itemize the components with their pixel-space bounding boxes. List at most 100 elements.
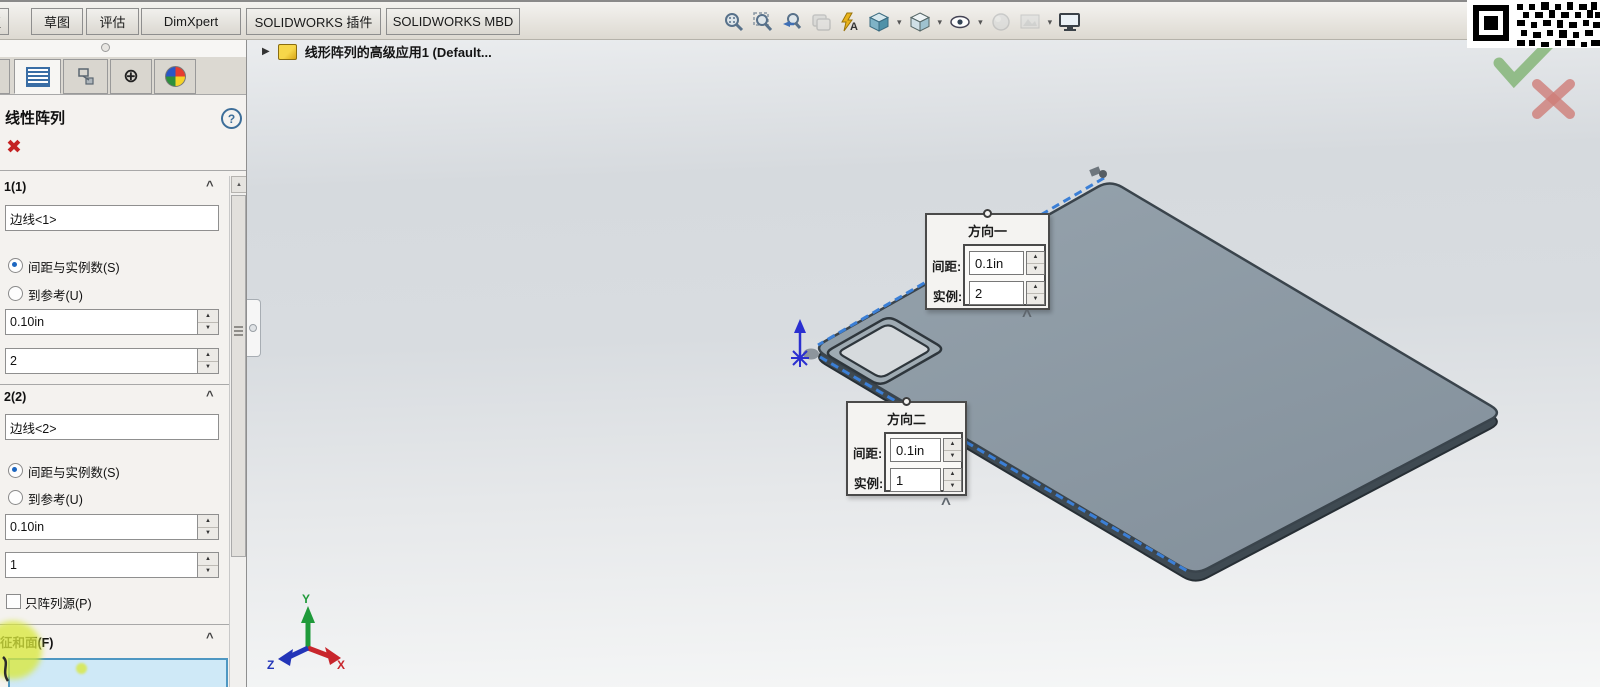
property-manager-icon	[26, 67, 50, 87]
qr-code	[1467, 0, 1600, 48]
divider	[0, 170, 246, 171]
direction2-radio-up-to-reference[interactable]	[8, 490, 23, 505]
callout-direction2[interactable]: 方向二 间距: 实例: 0.1in ▲▼ 1 ▲▼	[846, 401, 967, 496]
tab-feature-manager[interactable]	[0, 59, 10, 94]
display-style-dropdown-arrow[interactable]: ▾	[938, 17, 943, 28]
property-manager-title: 线性阵列	[5, 107, 65, 128]
instances-label: 实例:	[854, 473, 883, 492]
previous-view-icon[interactable]	[780, 10, 804, 34]
tab-solidworks-addins[interactable]: SOLIDWORKS 插件	[246, 8, 381, 35]
panel-collapse-handle[interactable]	[246, 299, 261, 357]
tab-dimxpert[interactable]: DimXpert	[141, 8, 241, 35]
direction1-spacing-field[interactable]: 0.10in ▲▼	[5, 309, 219, 335]
zoom-to-fit-icon[interactable]	[722, 10, 746, 34]
spacing-label: 间距:	[932, 256, 961, 275]
graphics-viewport[interactable]	[246, 37, 1600, 687]
divider	[0, 624, 246, 625]
display-manager-icon	[165, 66, 186, 87]
collapse-handle-dot	[249, 324, 257, 332]
instances-input[interactable]: 2	[969, 281, 1024, 305]
direction1-collapse-chevron[interactable]: ^	[206, 178, 214, 193]
flyout-feature-tree[interactable]: ▶ 线形阵列的高级应用1 (Default...	[262, 42, 492, 61]
property-manager-panel: ⊕ 线性阵列 ? ✖ 1(1) ^ 边线<1> 间距与实例数(S) 到参考(U)…	[0, 37, 247, 687]
view-orientation-dropdown-arrow[interactable]: ▾	[897, 17, 902, 28]
direction2-radio-spacing-label[interactable]: 间距与实例数(S)	[28, 462, 120, 481]
view-settings-icon[interactable]	[1058, 10, 1082, 34]
spacing-stepper[interactable]: ▲▼	[197, 310, 218, 334]
direction2-spacing-field[interactable]: 0.10in ▲▼	[5, 514, 219, 540]
command-manager-bar: 征 草图 评估 DimXpert SOLIDWORKS 插件 SOLIDWORK…	[0, 0, 1600, 40]
hide-show-dropdown-arrow[interactable]: ▾	[978, 17, 983, 28]
direction2-instances-field[interactable]: 1 ▲▼	[5, 552, 219, 578]
tab-features-partial[interactable]: 征	[0, 8, 9, 35]
dimxpert-manager-icon: ⊕	[123, 67, 139, 86]
tab-solidworks-mbd[interactable]: SOLIDWORKS MBD	[386, 8, 520, 35]
direction1-edge-field[interactable]: 边线<1>	[5, 205, 219, 231]
features-to-pattern-listbox[interactable]	[8, 658, 228, 687]
instances-stepper[interactable]: ▲▼	[943, 468, 962, 492]
direction1-instances-field[interactable]: 2 ▲▼	[5, 348, 219, 374]
spacing-input[interactable]: 0.1in	[890, 438, 941, 462]
part-name[interactable]: 线形阵列的高级应用1 (Default...	[305, 42, 492, 61]
scrollbar-thumb[interactable]	[231, 195, 246, 557]
direction1-radio-spacing-instances[interactable]	[8, 258, 23, 273]
callout1-collapse-chevron[interactable]: ^	[1022, 306, 1032, 326]
callout-direction1[interactable]: 方向一 间距: 实例: 0.1in ▲▼ 2 ▲▼	[925, 213, 1050, 310]
tab-configuration-manager[interactable]	[63, 59, 108, 94]
spacing-stepper[interactable]: ▲▼	[197, 515, 218, 539]
hide-show-items-icon[interactable]	[948, 10, 972, 34]
spacing-stepper[interactable]: ▲▼	[1026, 251, 1045, 275]
direction1-radio-reference-label[interactable]: 到参考(U)	[28, 285, 83, 304]
callout-title: 方向二	[848, 409, 965, 428]
features-faces-collapse-chevron[interactable]: ^	[206, 630, 214, 645]
display-style-icon[interactable]	[908, 10, 932, 34]
annotation-view-icon[interactable]: A	[838, 10, 862, 34]
pattern-seed-only-checkbox[interactable]	[6, 594, 21, 609]
tab-display-manager[interactable]	[154, 59, 196, 94]
direction1-radio-up-to-reference[interactable]	[8, 286, 23, 301]
section-view-icon[interactable]	[809, 10, 833, 34]
tab-dimxpert-manager[interactable]: ⊕	[110, 59, 152, 94]
part-icon	[278, 44, 297, 60]
callout-drag-handle[interactable]	[902, 397, 911, 406]
callout-title: 方向一	[927, 221, 1048, 240]
tab-property-manager[interactable]	[14, 59, 61, 94]
manager-tab-bar: ⊕	[0, 57, 246, 95]
help-icon[interactable]: ?	[221, 108, 242, 129]
panel-scrollbar[interactable]: ▲	[229, 176, 246, 687]
instances-input[interactable]: 1	[890, 468, 941, 492]
direction2-radio-spacing-instances[interactable]	[8, 463, 23, 478]
direction1-group-header[interactable]: 1(1)	[4, 180, 26, 194]
apply-scene-dropdown-arrow[interactable]: ▾	[1048, 17, 1053, 28]
zoom-to-area-icon[interactable]	[751, 10, 775, 34]
instances-stepper[interactable]: ▲▼	[197, 349, 218, 373]
direction2-edge-field[interactable]: 边线<2>	[5, 414, 219, 440]
callout-drag-handle[interactable]	[983, 209, 992, 218]
scrollbar-up-arrow[interactable]: ▲	[231, 176, 247, 193]
callout2-collapse-chevron[interactable]: ^	[941, 494, 951, 514]
scrollbar-grip	[234, 326, 243, 328]
view-orientation-icon[interactable]	[867, 10, 891, 34]
instances-label: 实例:	[933, 286, 962, 305]
svg-text:A: A	[850, 21, 858, 33]
spacing-input[interactable]: 0.1in	[969, 251, 1024, 275]
apply-scene-icon[interactable]	[1018, 10, 1042, 34]
direction2-group-header[interactable]: 2(2)	[4, 390, 26, 404]
instances-stepper[interactable]: ▲▼	[1026, 281, 1045, 305]
direction1-radio-spacing-label[interactable]: 间距与实例数(S)	[28, 257, 120, 276]
configuration-manager-icon	[76, 67, 96, 87]
pattern-seed-only-label[interactable]: 只阵列源(P)	[25, 593, 92, 612]
instances-stepper[interactable]: ▲▼	[197, 553, 218, 577]
direction2-radio-reference-label[interactable]: 到参考(U)	[28, 489, 83, 508]
spacing-stepper[interactable]: ▲▼	[943, 438, 962, 462]
cancel-icon[interactable]: ✖	[6, 136, 22, 159]
panel-top-splitter[interactable]	[0, 37, 246, 57]
divider	[0, 384, 246, 385]
cursor-highlight-dot	[76, 663, 87, 674]
flyout-expand-arrow[interactable]: ▶	[262, 46, 270, 57]
tab-sketch[interactable]: 草图	[31, 8, 83, 35]
splitter-dot	[101, 43, 110, 52]
tab-evaluate[interactable]: 评估	[86, 8, 139, 35]
edit-appearance-icon[interactable]	[989, 10, 1013, 34]
direction2-collapse-chevron[interactable]: ^	[206, 388, 214, 403]
